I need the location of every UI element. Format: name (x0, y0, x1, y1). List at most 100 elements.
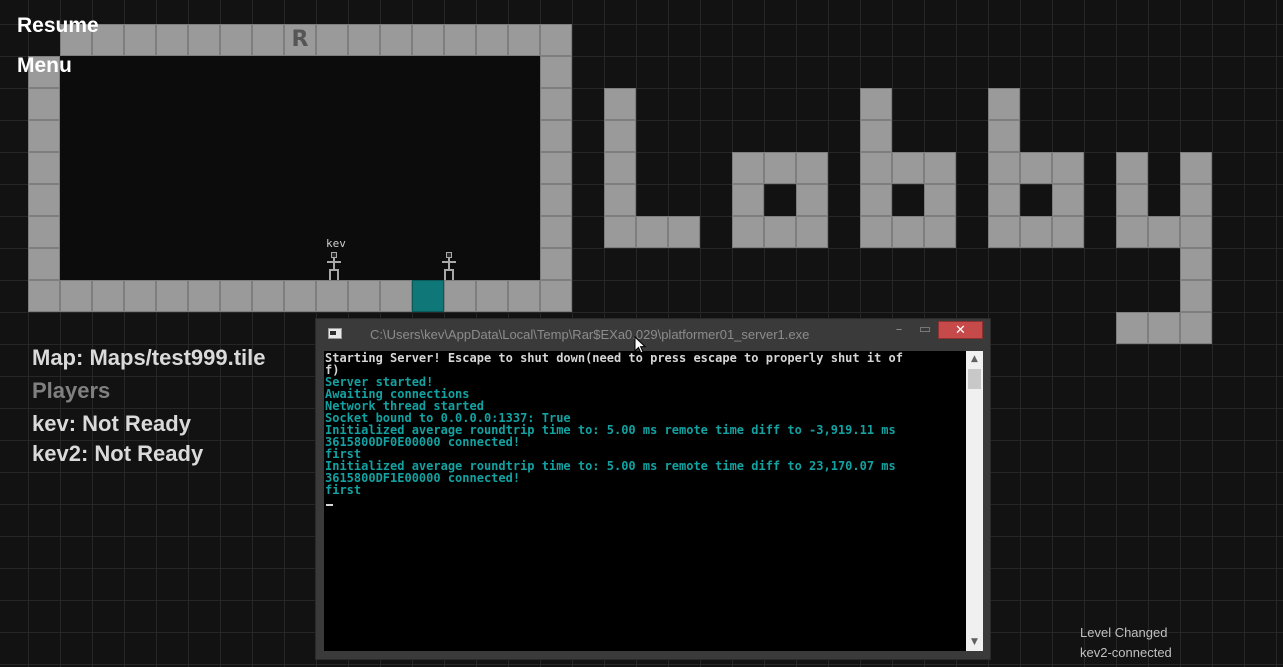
wall-tile (252, 280, 284, 312)
wall-tile (604, 120, 636, 152)
wall-tile (508, 280, 540, 312)
wall-tile (28, 280, 60, 312)
menu-button[interactable]: Menu (17, 54, 72, 78)
minimize-button[interactable]: – (888, 321, 910, 339)
wall-tile (156, 24, 188, 56)
wall-tile (28, 152, 60, 184)
wall-tile (540, 216, 572, 248)
console-line: first (325, 483, 362, 497)
scroll-down-arrow-icon[interactable]: ▼ (966, 634, 983, 651)
wall-tile (796, 184, 828, 216)
wall-tile (188, 24, 220, 56)
console-app-icon[interactable] (328, 328, 342, 339)
wall-tile (1052, 152, 1084, 184)
wall-tile (444, 280, 476, 312)
wall-tile (1052, 216, 1084, 248)
wall-tile (316, 280, 348, 312)
close-button[interactable]: ✕ (938, 321, 983, 339)
player-name-label: kev (326, 237, 346, 250)
wall-tile (988, 120, 1020, 152)
game-viewport: R kev Resume Menu Map: Maps/test999.tile… (0, 0, 1283, 667)
wall-tile (540, 248, 572, 280)
player-character-kev (327, 252, 341, 280)
wall-tile (220, 280, 252, 312)
wall-tile (604, 152, 636, 184)
status-log-line: kev2-connected (1080, 645, 1172, 660)
wall-tile (28, 120, 60, 152)
respawn-marker-tile: R (284, 24, 316, 56)
wall-tile (988, 184, 1020, 216)
wall-tile (1148, 312, 1180, 344)
wall-tile (540, 88, 572, 120)
resume-button[interactable]: Resume (17, 14, 99, 38)
wall-tile (604, 88, 636, 120)
wall-tile (508, 24, 540, 56)
wall-tile (188, 280, 220, 312)
wall-tile (1180, 248, 1212, 280)
wall-tile (604, 216, 636, 248)
wall-tile (348, 24, 380, 56)
wall-tile (220, 24, 252, 56)
wall-tile (732, 152, 764, 184)
mouse-pointer-icon (634, 336, 646, 354)
map-name-label: Map: Maps/test999.tile (32, 345, 266, 370)
wall-tile (1020, 152, 1052, 184)
wall-tile (540, 56, 572, 88)
wall-tile (924, 152, 956, 184)
wall-tile (1116, 216, 1148, 248)
console-output-area[interactable]: Starting Server! Escape to shut down(nee… (324, 351, 966, 651)
wall-tile (252, 24, 284, 56)
wall-tile (540, 152, 572, 184)
wall-tile (796, 152, 828, 184)
wall-tile (1180, 152, 1212, 184)
player-status-kev2: kev2: Not Ready (32, 441, 204, 466)
console-titlebar[interactable]: C:\Users\kev\AppData\Local\Temp\Rar$EXa0… (316, 319, 990, 349)
wall-tile (28, 248, 60, 280)
player-status-kev: kev: Not Ready (32, 411, 191, 436)
wall-tile (860, 184, 892, 216)
wall-tile (92, 280, 124, 312)
wall-tile (1180, 280, 1212, 312)
wall-tile (540, 24, 572, 56)
console-line: 3615800DF1E00000 connected! (325, 471, 521, 485)
wall-tile (668, 216, 700, 248)
wall-tile (1116, 152, 1148, 184)
wall-tile (124, 24, 156, 56)
goal-tile (412, 280, 444, 312)
wall-tile (924, 216, 956, 248)
wall-tile (540, 184, 572, 216)
maximize-button[interactable]: ▭ (914, 321, 936, 339)
status-log-line: Level Changed (1080, 625, 1168, 640)
wall-tile (1052, 184, 1084, 216)
players-heading: Players (32, 378, 111, 403)
wall-tile (924, 184, 956, 216)
wall-tile (860, 88, 892, 120)
console-scrollbar[interactable]: ▲ ▼ (966, 351, 983, 651)
console-window-title: C:\Users\kev\AppData\Local\Temp\Rar$EXa0… (370, 327, 810, 342)
wall-tile (380, 24, 412, 56)
console-line: 3615800DF0E00000 connected! (325, 435, 521, 449)
scroll-up-arrow-icon[interactable]: ▲ (966, 351, 983, 368)
wall-tile (412, 24, 444, 56)
scrollbar-thumb[interactable] (968, 369, 981, 389)
wall-tile (28, 216, 60, 248)
wall-tile (796, 216, 828, 248)
wall-tile (860, 152, 892, 184)
server-console-window[interactable]: C:\Users\kev\AppData\Local\Temp\Rar$EXa0… (315, 318, 991, 660)
wall-tile (348, 280, 380, 312)
wall-tile (1116, 312, 1148, 344)
player-character-other (442, 252, 456, 280)
wall-tile (604, 184, 636, 216)
wall-tile (124, 280, 156, 312)
wall-tile (1116, 184, 1148, 216)
wall-tile (476, 280, 508, 312)
wall-tile (540, 280, 572, 312)
wall-tile (892, 152, 924, 184)
wall-tile (860, 216, 892, 248)
wall-tile (988, 216, 1020, 248)
wall-tile (764, 152, 796, 184)
wall-tile (1148, 216, 1180, 248)
wall-tile (28, 88, 60, 120)
wall-tile (988, 88, 1020, 120)
wall-tile (156, 280, 188, 312)
